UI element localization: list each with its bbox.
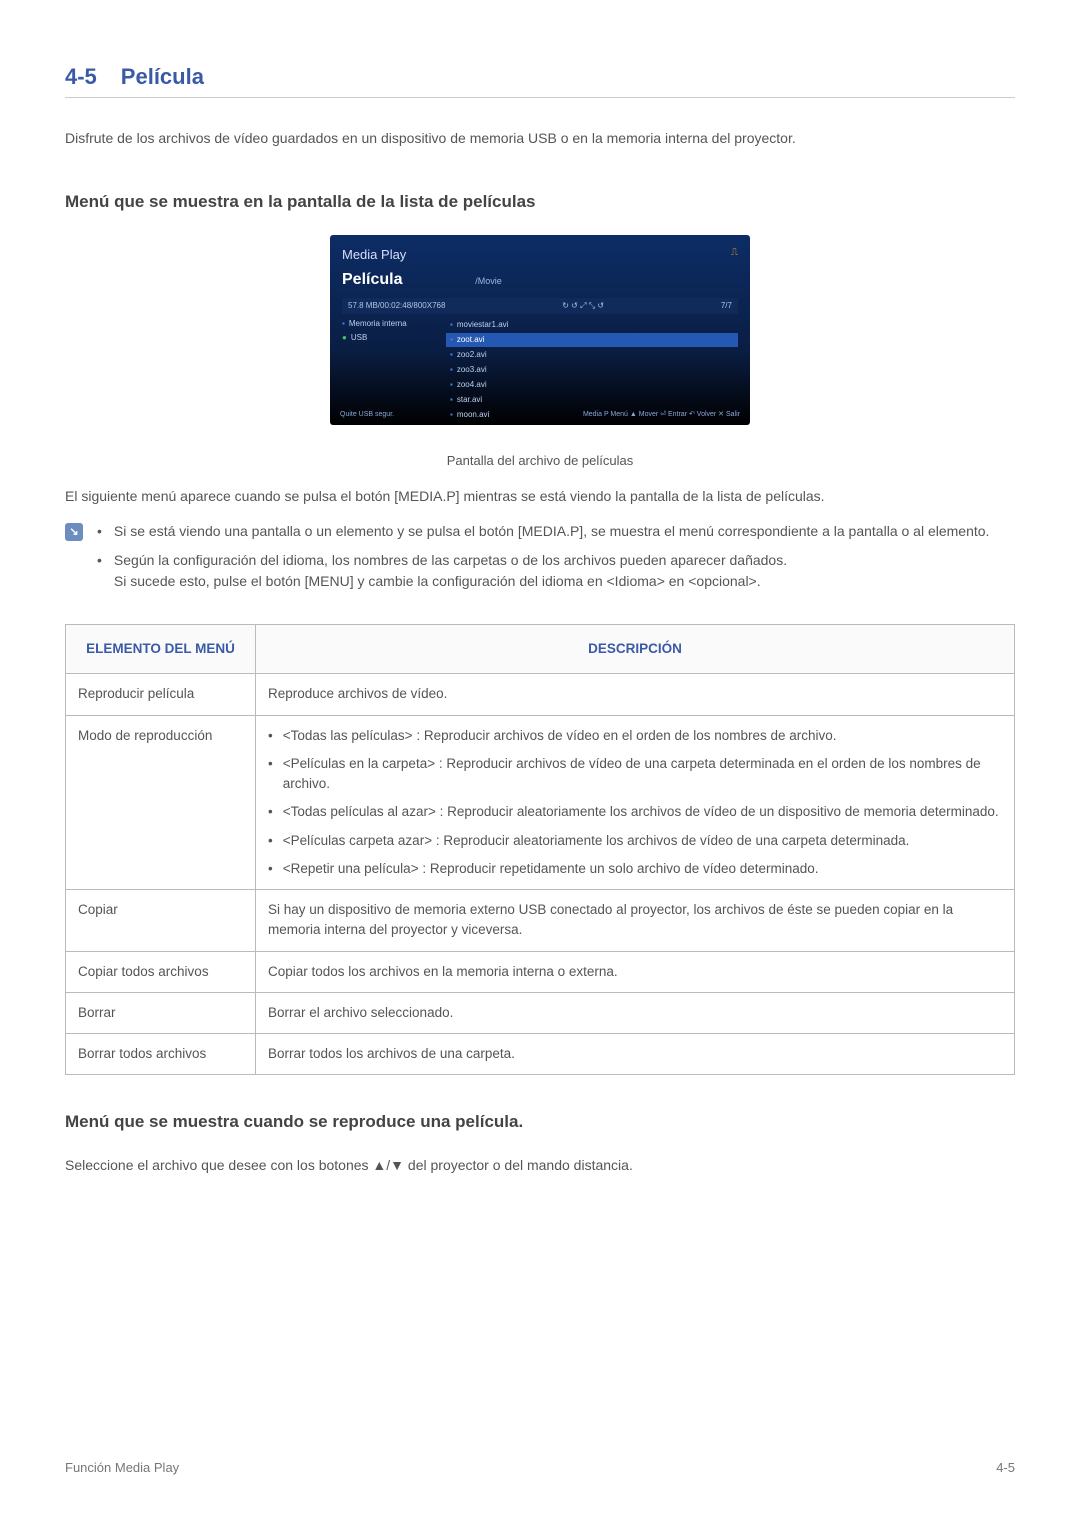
table-header-row: ELEMENTO DEL MENÚ DESCRIPCIÓN [66,625,1015,674]
desc-list: •<Todas las películas> : Reproducir arch… [268,726,1002,880]
screenshot-file-selected: ▪zoot.avi [446,333,738,347]
file-icon: ▪ [450,365,453,374]
screenshot-app-title: Media Play [342,245,406,265]
heading-play-menu: Menú que se muestra cuando se reproduce … [65,1109,1015,1135]
table-cell-item: Copiar [66,890,256,952]
bullet-icon: • [268,831,273,851]
menu-table: ELEMENTO DEL MENÚ DESCRIPCIÓN Reproducir… [65,624,1015,1075]
table-cell-desc: Copiar todos los archivos en la memoria … [256,951,1015,992]
table-cell-desc: Reproduce archivos de vídeo. [256,674,1015,715]
table-header-desc: DESCRIPCIÓN [256,625,1015,674]
note-list: •Si se está viendo una pantalla o un ele… [97,521,1015,600]
table-cell-item: Copiar todos archivos [66,951,256,992]
screenshot-footer-right: Media P Menú ▲ Mover ⏎ Entrar ↶ Volver ✕… [583,410,740,421]
screenshot-top-bar: Media Play ⎍ [342,245,738,265]
screenshot-file: ▪zoo3.avi [446,363,738,377]
paragraph-mediap: El siguiente menú aparece cuando se puls… [65,486,1015,507]
section-title: Película [121,60,204,93]
bullet-icon: • [268,859,273,879]
screenshot-container: Media Play ⎍ Película /Movie 57.8 MB/00:… [65,235,1015,431]
screenshot-file: ▪zoo4.avi [446,378,738,392]
table-cell-item: Borrar [66,992,256,1033]
table-cell-item: Modo de reproducción [66,715,256,890]
usb-icon: ⎍ [731,245,738,265]
table-cell-desc: Borrar todos los archivos de una carpeta… [256,1034,1015,1075]
table-cell-item: Reproducir película [66,674,256,715]
file-icon: ▪ [450,350,453,359]
table-cell-desc: Borrar el archivo seleccionado. [256,992,1015,1033]
note-item: •Si se está viendo una pantalla o un ele… [97,521,1015,542]
list-item: •<Todas las películas> : Reproducir arch… [268,726,1002,746]
footer-left: Función Media Play [65,1458,179,1478]
intro-paragraph: Disfrute de los archivos de vídeo guarda… [65,128,1015,149]
list-item: •<Todas películas al azar> : Reproducir … [268,802,1002,822]
table-row: Borrar Borrar el archivo seleccionado. [66,992,1015,1033]
file-icon: ▪ [450,380,453,389]
page-footer: Función Media Play 4-5 [65,1458,1015,1478]
table-row: Reproducir película Reproduce archivos d… [66,674,1015,715]
bullet-icon: • [268,754,273,795]
list-item: •<Películas carpeta azar> : Reproducir a… [268,831,1002,851]
bullet-icon: • [268,802,273,822]
screenshot-info-icons: ↻ ↺ ⤢ ⤡ ↺ [562,300,604,312]
table-header-item: ELEMENTO DEL MENÚ [66,625,256,674]
screenshot-footer-left: Quite USB segur. [340,410,394,421]
footer-right: 4-5 [996,1458,1015,1478]
screenshot-file-list: ▪moviestar1.avi ▪zoot.avi ▪zoo2.avi ▪zoo… [446,318,738,423]
file-icon: ▪ [450,320,453,329]
list-item: •<Repetir una película> : Reproducir rep… [268,859,1002,879]
paragraph-select-file: Seleccione el archivo que desee con los … [65,1155,1015,1176]
bullet-icon: • [268,726,273,746]
table-row: Modo de reproducción •<Todas las películ… [66,715,1015,890]
screenshot-file: ▪star.avi [446,393,738,407]
usb-small-icon: ● [342,333,347,342]
screenshot-info-right: 7/7 [721,300,732,312]
screenshot-caption: Pantalla del archivo de películas [65,451,1015,471]
screenshot-body: ▪Memoria interna ●USB ▪moviestar1.avi ▪z… [342,318,738,423]
table-row: Copiar todos archivos Copiar todos los a… [66,951,1015,992]
screenshot-file: ▪moviestar1.avi [446,318,738,332]
screenshot-sidebar: ▪Memoria interna ●USB [342,318,432,423]
note-item: •Según la configuración del idioma, los … [97,550,1015,592]
screenshot-path: /Movie [475,276,502,286]
note-block: ↘ •Si se está viendo una pantalla o un e… [65,521,1015,600]
file-icon: ▪ [450,395,453,404]
section-number: 4-5 [65,60,97,93]
table-row: Copiar Si hay un dispositivo de memoria … [66,890,1015,952]
table-cell-desc: Si hay un dispositivo de memoria externo… [256,890,1015,952]
screenshot-info-left: 57.8 MB/00:02:48/800X768 [348,300,445,312]
table-row: Borrar todos archivos Borrar todos los a… [66,1034,1015,1075]
screenshot-category: Película [342,271,402,288]
screenshot-file: ▪zoo2.avi [446,348,738,362]
screenshot-source-internal: ▪Memoria interna [342,318,432,330]
heading-list-menu: Menú que se muestra en la pantalla de la… [65,189,1015,215]
list-item: •<Películas en la carpeta> : Reproducir … [268,754,1002,795]
bullet-icon: • [97,550,102,592]
table-cell-item: Borrar todos archivos [66,1034,256,1075]
screenshot-title-row: Película /Movie [342,268,738,292]
note-icon: ↘ [65,523,83,541]
section-header: 4-5 Película [65,60,1015,98]
table-cell-desc: •<Todas las películas> : Reproducir arch… [256,715,1015,890]
bullet-icon: • [97,521,102,542]
screenshot-media-play: Media Play ⎍ Película /Movie 57.8 MB/00:… [330,235,750,425]
screenshot-source-usb: ●USB [342,332,432,344]
screenshot-info-bar: 57.8 MB/00:02:48/800X768 ↻ ↺ ⤢ ⤡ ↺ 7/7 [342,298,738,314]
file-icon: ▪ [450,335,453,344]
sd-icon: ▪ [342,319,345,328]
screenshot-footer: Quite USB segur. Media P Menú ▲ Mover ⏎ … [340,410,740,421]
